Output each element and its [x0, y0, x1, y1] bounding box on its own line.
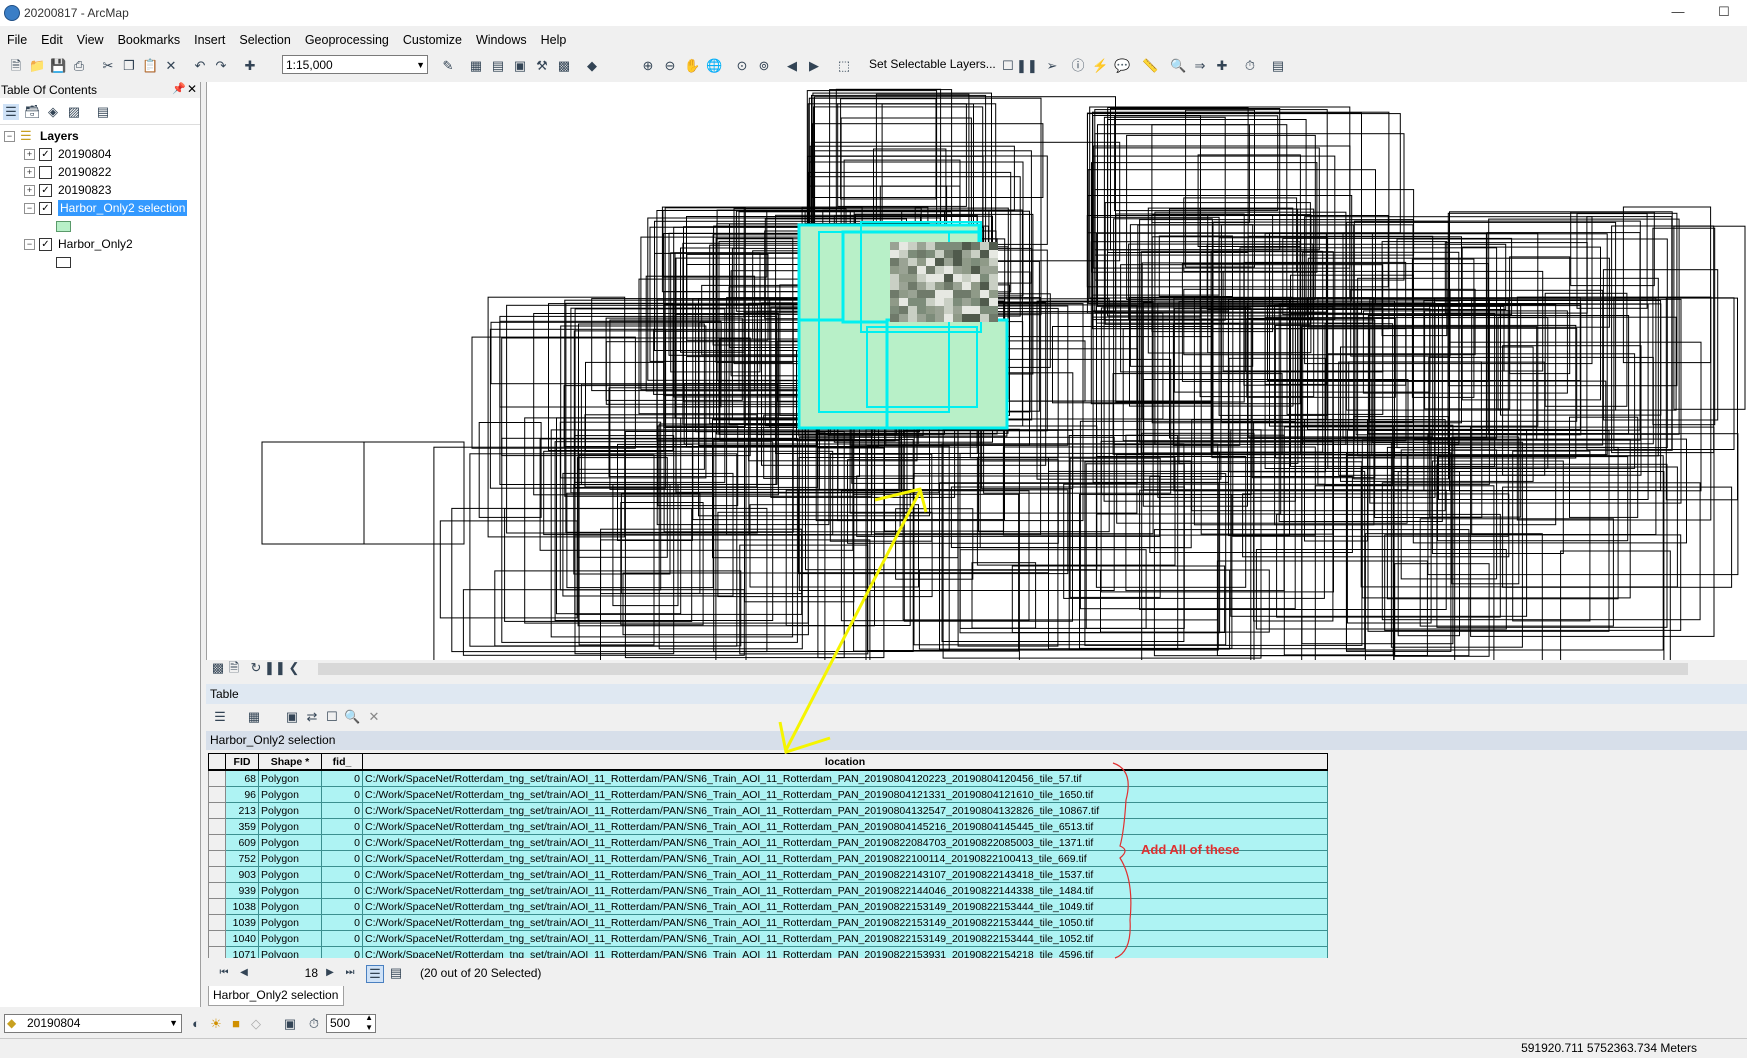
selection-count: (20 out of 20 Selected) — [420, 966, 542, 980]
swipe-icon[interactable]: ◇ — [248, 1016, 264, 1032]
editor-toolbar: ◆ 20190804 ▼ ◐ ☀ ■ ◇ ▣ ⏱ 500 ▲ ▼ — [0, 1010, 1747, 1038]
layer-combo-value: 20190804 — [27, 1016, 81, 1030]
next-record-icon[interactable]: ▶ — [322, 965, 338, 981]
transparency-icon[interactable]: ■ — [228, 1016, 244, 1032]
layer-icon: ◆ — [7, 1016, 17, 1030]
show-all-records-icon[interactable]: ☰ — [366, 965, 384, 983]
coordinates-readout: 591920.711 5752363.734 Meters — [1521, 1041, 1697, 1055]
last-record-icon[interactable]: ⏭ — [342, 965, 358, 981]
first-record-icon[interactable]: ⏮ — [216, 965, 232, 981]
table-tab-harbor-selection[interactable]: Harbor_Only2 selection — [208, 986, 344, 1006]
spinner-icon[interactable]: ▲ ▼ — [365, 1013, 373, 1033]
annotation-arrow — [784, 490, 922, 751]
brightness-icon[interactable]: ☀ — [208, 1016, 224, 1032]
flicker-rate-icon[interactable]: ⏱ — [306, 1016, 322, 1032]
flicker-rate-input[interactable]: 500 ▲ ▼ — [326, 1013, 376, 1033]
show-selected-records-icon[interactable]: ▤ — [388, 965, 404, 981]
flicker-rate-value: 500 — [330, 1016, 351, 1030]
contrast-icon[interactable]: ◐ — [188, 1016, 204, 1032]
annotation-brace — [1112, 762, 1132, 959]
layer-combo[interactable]: ◆ 20190804 ▼ — [4, 1014, 182, 1033]
annotation-text: Add All of these — [1141, 842, 1240, 857]
current-record-field[interactable]: 18 — [256, 965, 318, 981]
chevron-down-icon[interactable]: ▼ — [169, 1015, 178, 1032]
flicker-icon[interactable]: ▣ — [282, 1016, 298, 1032]
annotation-overlay — [778, 487, 1132, 959]
table-navigation-bar: ⏮ ◀ 18 ▶ ⏭ ☰ ▤ (20 out of 20 Selected) — [206, 962, 1747, 984]
status-bar: 591920.711 5752363.734 Meters — [0, 1038, 1747, 1058]
previous-record-icon[interactable]: ◀ — [236, 965, 252, 981]
